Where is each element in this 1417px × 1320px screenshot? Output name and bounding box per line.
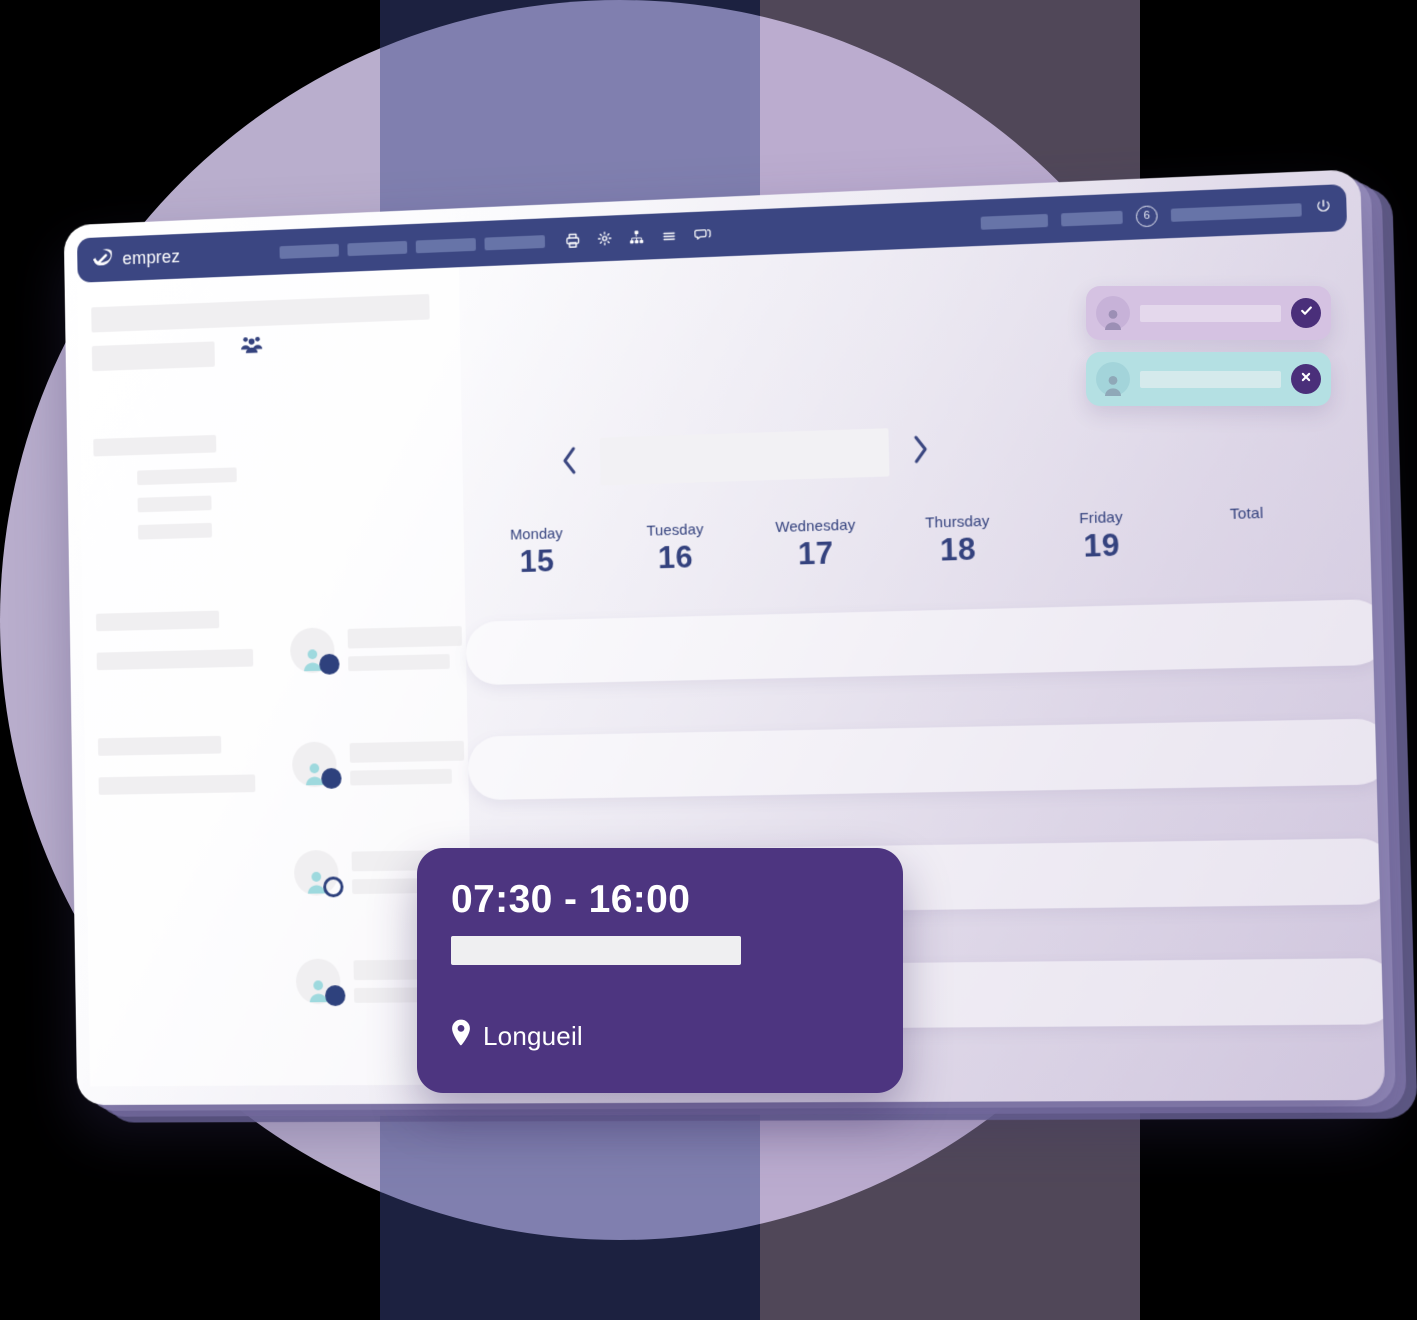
shift-location: Longueil bbox=[451, 1019, 869, 1053]
nav-right-chip-2[interactable] bbox=[1061, 210, 1123, 226]
employee-name-line bbox=[347, 625, 463, 649]
shift-detail-card[interactable]: 07:30 - 16:00 Longueil bbox=[417, 848, 903, 1093]
day-column-friday: Friday 19 bbox=[1029, 507, 1175, 566]
total-label: Total bbox=[1229, 504, 1264, 524]
gear-icon[interactable] bbox=[597, 230, 613, 246]
avatar bbox=[291, 741, 342, 789]
avatar bbox=[295, 958, 346, 1007]
brand-logo[interactable]: emprez bbox=[90, 239, 280, 272]
avatar bbox=[293, 849, 344, 898]
shift-title-placeholder bbox=[451, 936, 741, 965]
map-pin-icon bbox=[451, 1019, 471, 1053]
sidebar-section-3-row[interactable] bbox=[98, 774, 256, 795]
employee-role-line bbox=[348, 653, 450, 671]
notification-card-approve[interactable] bbox=[1086, 286, 1331, 340]
nav-right-chip-3[interactable] bbox=[1170, 202, 1302, 222]
power-icon[interactable] bbox=[1315, 197, 1332, 219]
brand-name: emprez bbox=[122, 246, 181, 268]
reject-button[interactable] bbox=[1291, 364, 1321, 394]
person-avatar-icon bbox=[1096, 362, 1130, 396]
sidebar-title-placeholder bbox=[91, 293, 430, 333]
nav-menu-item-4[interactable] bbox=[484, 234, 546, 250]
status-badge-outline bbox=[323, 876, 344, 898]
sidebar-item-placeholder-1[interactable] bbox=[137, 467, 237, 486]
users-group-icon[interactable] bbox=[239, 334, 264, 359]
employee-name-placeholder bbox=[347, 625, 463, 671]
notification-label-placeholder bbox=[1140, 304, 1281, 322]
sidebar-subtitle-placeholder bbox=[91, 341, 215, 372]
employee-role-line bbox=[350, 768, 452, 785]
nav-right-group: 6 bbox=[980, 197, 1333, 233]
nav-menu-item-1[interactable] bbox=[279, 243, 339, 259]
person-avatar-icon bbox=[1096, 296, 1130, 330]
day-number: 17 bbox=[797, 535, 835, 572]
day-column-wednesday: Wednesday 17 bbox=[745, 516, 887, 574]
week-range-field[interactable] bbox=[599, 428, 890, 486]
week-navigator bbox=[560, 427, 931, 487]
nav-right-chip-1[interactable] bbox=[980, 213, 1049, 230]
total-column-header: Total bbox=[1173, 503, 1321, 562]
notification-card-reject[interactable] bbox=[1086, 352, 1331, 406]
screenshot-root: emprez 6 Monday 15 Tuesday 16 Wednesday … bbox=[0, 0, 1417, 1320]
shift-location-name: Longueil bbox=[483, 1020, 583, 1051]
org-chart-icon[interactable] bbox=[628, 229, 645, 246]
employee-row[interactable] bbox=[289, 624, 463, 675]
sidebar-section-2-header bbox=[95, 610, 220, 632]
emprez-check-swoosh-logo bbox=[90, 246, 115, 272]
chevron-right-icon[interactable] bbox=[911, 433, 931, 469]
notification-count-badge[interactable]: 6 bbox=[1135, 204, 1158, 227]
status-badge bbox=[324, 985, 346, 1007]
check-icon bbox=[1299, 303, 1314, 323]
shift-time-range: 07:30 - 16:00 bbox=[451, 878, 691, 921]
sidebar-section-3-header bbox=[97, 735, 222, 756]
sidebar-section-1-header bbox=[93, 434, 217, 457]
schedule-row[interactable] bbox=[465, 598, 1386, 686]
approve-button[interactable] bbox=[1291, 298, 1321, 328]
notification-stack bbox=[1086, 286, 1331, 418]
employee-name-line bbox=[349, 740, 465, 763]
status-badge bbox=[319, 653, 340, 675]
day-header-row: Monday 15 Tuesday 16 Wednesday 17 Thursd… bbox=[468, 503, 1322, 581]
avatar bbox=[289, 627, 340, 675]
nav-icon-group bbox=[564, 226, 712, 249]
sidebar-item-placeholder-2[interactable] bbox=[137, 495, 212, 513]
printer-icon[interactable] bbox=[564, 231, 581, 248]
day-column-monday: Monday 15 bbox=[468, 524, 607, 581]
day-number: 15 bbox=[519, 543, 555, 579]
day-column-tuesday: Tuesday 16 bbox=[605, 520, 746, 578]
day-number: 18 bbox=[939, 531, 977, 568]
hamburger-menu-icon[interactable] bbox=[661, 228, 678, 244]
status-badge bbox=[321, 767, 342, 789]
employee-row[interactable] bbox=[291, 739, 465, 789]
nav-menu-item-3[interactable] bbox=[415, 237, 476, 253]
nav-menu-items bbox=[279, 234, 546, 259]
schedule-row[interactable] bbox=[467, 718, 1386, 801]
sidebar-item-placeholder-3[interactable] bbox=[137, 522, 213, 540]
day-number: 16 bbox=[657, 539, 694, 576]
notification-label-placeholder bbox=[1140, 370, 1281, 388]
chevron-left-icon[interactable] bbox=[560, 445, 579, 480]
chat-bubbles-icon[interactable] bbox=[693, 226, 712, 243]
nav-menu-item-2[interactable] bbox=[347, 240, 408, 256]
day-column-thursday: Thursday 18 bbox=[886, 512, 1030, 570]
day-number: 19 bbox=[1083, 527, 1121, 564]
close-x-icon bbox=[1299, 370, 1313, 389]
sidebar-section-2-row[interactable] bbox=[96, 648, 254, 671]
employee-name-placeholder bbox=[349, 740, 465, 785]
